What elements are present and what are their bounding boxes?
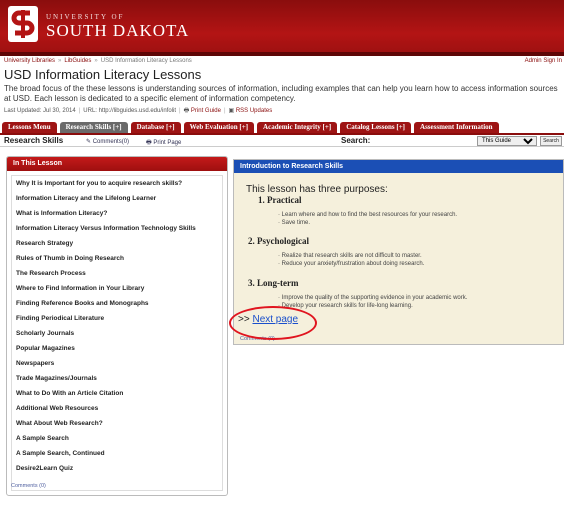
lesson-link[interactable]: What is Information Literacy? (16, 210, 107, 217)
guide-url: URL: http://libguides.usd.edu/infolit (83, 108, 177, 114)
university-banner: UNIVERSITY OF SOUTH DAKOTA (0, 0, 564, 56)
lesson-list-comments-link[interactable]: Comments (0) (11, 483, 46, 489)
tab-research-skills[interactable]: Research Skills [+] (59, 122, 128, 133)
lesson-link[interactable]: Research Strategy (16, 240, 73, 247)
section-heading-practical: 1. Practical (258, 195, 302, 205)
tab-academic-integrity[interactable]: Academic Integrity [+] (257, 122, 338, 133)
guide-description: The broad focus of the these lessons is … (4, 84, 558, 103)
lesson-link[interactable]: A Sample Search (16, 435, 69, 442)
print-page-label: Print Page (153, 140, 182, 146)
tab-catalog-lessons[interactable]: Catalog Lessons [+] (340, 122, 412, 133)
usd-logo-icon[interactable] (8, 6, 38, 42)
in-this-lesson-panel: In This Lesson Why It is Important for y… (6, 156, 228, 496)
lesson-link[interactable]: Finding Reference Books and Monographs (16, 300, 149, 307)
lesson-link[interactable]: What About Web Research? (16, 420, 103, 427)
university-name[interactable]: SOUTH DAKOTA (46, 21, 189, 41)
tab-assessment-information[interactable]: Assessment Information (414, 122, 499, 133)
breadcrumb: University Libraries» LibGuides» USD Infor… (4, 58, 192, 64)
comment-icon: ✎ (86, 139, 93, 145)
print-page-link[interactable]: 🖶 Print Page (146, 138, 181, 148)
printer-icon: 🖶 (183, 108, 191, 114)
breadcrumb-current: USD Information Literacy Lessons (100, 58, 192, 64)
lesson-link[interactable]: Where to Find Information in Your Librar… (16, 285, 144, 292)
search-scope-select[interactable]: This Guide (477, 136, 537, 146)
lesson-link[interactable]: Information Literacy Versus Information … (16, 225, 196, 232)
guide-meta: Last Updated: Jul 30, 2014 | URL: http://l… (4, 108, 273, 114)
lesson-link[interactable]: Why It is Important for you to acquire r… (16, 180, 182, 187)
admin-sign-in-link[interactable]: Admin Sign In (525, 58, 562, 64)
comments-label: Comments(0) (92, 139, 130, 145)
bullet-text: · Save time. (278, 220, 311, 226)
university-of-label: UNIVERSITY OF (46, 13, 125, 21)
breadcrumb-libraries[interactable]: University Libraries (4, 58, 55, 64)
rss-updates-link[interactable]: RSS Updates (236, 108, 272, 114)
bullet-text: · Reduce your anxiety/frustration about … (278, 261, 425, 267)
rss-icon: ▣ (228, 108, 236, 114)
lesson-link[interactable]: What to Do With an Article Citation (16, 390, 123, 397)
section-heading-psychological: 2. Psychological (248, 236, 309, 246)
breadcrumb-libguides[interactable]: LibGuides (64, 58, 91, 64)
section-heading-long-term: 3. Long-term (248, 278, 299, 288)
lesson-link[interactable]: The Research Process (16, 270, 86, 277)
bullet-text: · Realize that research skills are not d… (278, 253, 422, 259)
lesson-link[interactable]: Newspapers (16, 360, 54, 367)
tab-database[interactable]: Database [+] (130, 122, 181, 133)
highlight-circle (229, 306, 317, 340)
lesson-link[interactable]: A Sample Search, Continued (16, 450, 105, 457)
guide-page-title: Research Skills (4, 136, 64, 145)
banner-stripe (0, 52, 564, 56)
in-this-lesson-title: In This Lesson (7, 157, 227, 171)
lesson-link[interactable]: Rules of Thumb in Doing Research (16, 255, 124, 262)
lesson-link[interactable]: Popular Magazines (16, 345, 75, 352)
tab-web-evaluation[interactable]: Web Evaluation [+] (183, 122, 255, 133)
lesson-link[interactable]: Scholarly Journals (16, 330, 74, 337)
comments-link[interactable]: ✎ Comments(0) (86, 138, 129, 145)
last-updated: Last Updated: Jul 30, 2014 (4, 108, 76, 114)
search-label: Search: (341, 136, 371, 145)
lesson-link[interactable]: Finding Periodical Literature (16, 315, 104, 322)
purposes-heading: This lesson has three purposes: (246, 184, 388, 195)
search-button[interactable]: Search (540, 136, 562, 146)
guide-subbar: Research Skills ✎ Comments(0) 🖶 Print Pa… (0, 135, 564, 147)
introduction-title: Introduction to Research Skills (234, 160, 563, 173)
lesson-link[interactable]: Additional Web Resources (16, 405, 98, 412)
bullet-text: · Improve the quality of the supporting … (278, 295, 468, 301)
tab-lessons-menu[interactable]: Lessons Menu (2, 122, 57, 133)
lesson-link[interactable]: Desire2Learn Quiz (16, 465, 73, 472)
page-title: USD Information Literacy Lessons (4, 67, 202, 82)
lesson-list: Why It is Important for you to acquire r… (11, 175, 223, 491)
lesson-link[interactable]: Information Literacy and the Lifelong Le… (16, 195, 156, 202)
lesson-link[interactable]: Trade Magazines/Journals (16, 375, 97, 382)
bullet-text: · Learn where and how to find the best r… (278, 212, 458, 218)
print-guide-link[interactable]: Print Guide (191, 108, 221, 114)
guide-tabs: Lessons Menu Research Skills [+] Databas… (2, 122, 502, 133)
